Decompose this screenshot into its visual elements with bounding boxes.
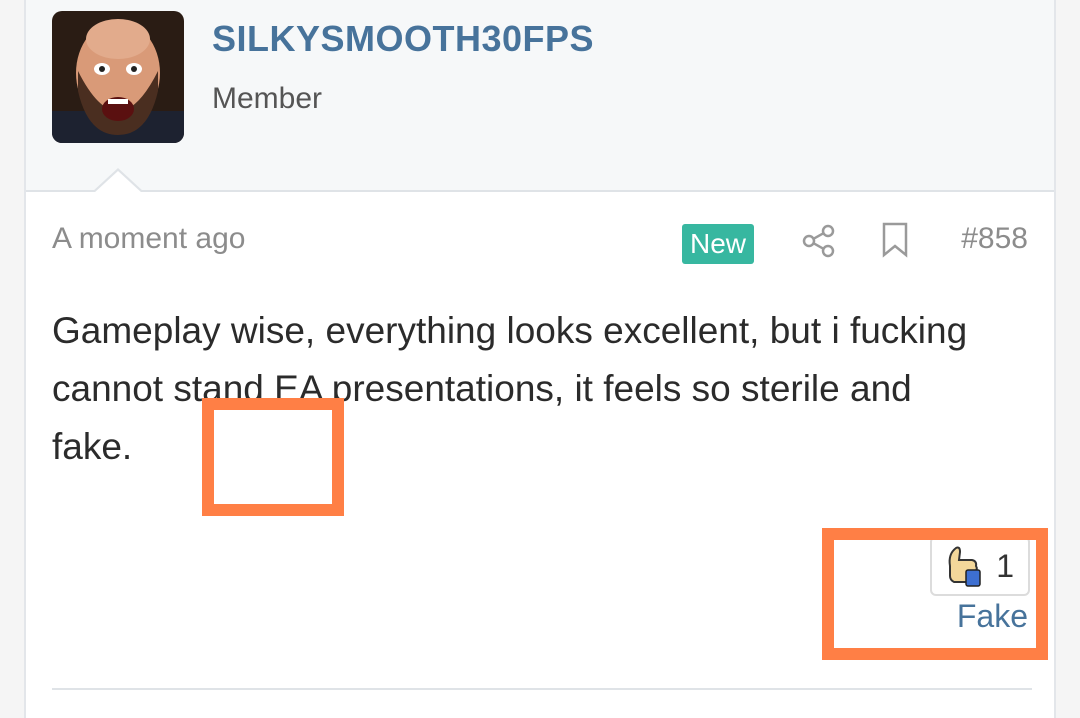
highlight-box-word bbox=[202, 398, 344, 516]
share-icon[interactable] bbox=[802, 224, 836, 258]
new-badge: New bbox=[682, 224, 755, 264]
username[interactable]: SILKYSMOOTH30FPS bbox=[212, 18, 594, 60]
header-pointer-fill bbox=[94, 171, 142, 193]
bookmark-icon[interactable] bbox=[880, 222, 910, 258]
user-title: Member bbox=[212, 82, 323, 115]
avatar[interactable] bbox=[52, 11, 184, 143]
user-header: SILKYSMOOTH30FPS Member bbox=[26, 0, 1054, 192]
post-timestamp[interactable]: A moment ago bbox=[52, 222, 245, 256]
post-body: Gameplay wise, everything looks excellen… bbox=[52, 310, 968, 467]
post-number[interactable]: #858 bbox=[961, 222, 1028, 256]
footer-divider bbox=[52, 688, 1032, 690]
highlight-box-reaction bbox=[822, 528, 1048, 660]
